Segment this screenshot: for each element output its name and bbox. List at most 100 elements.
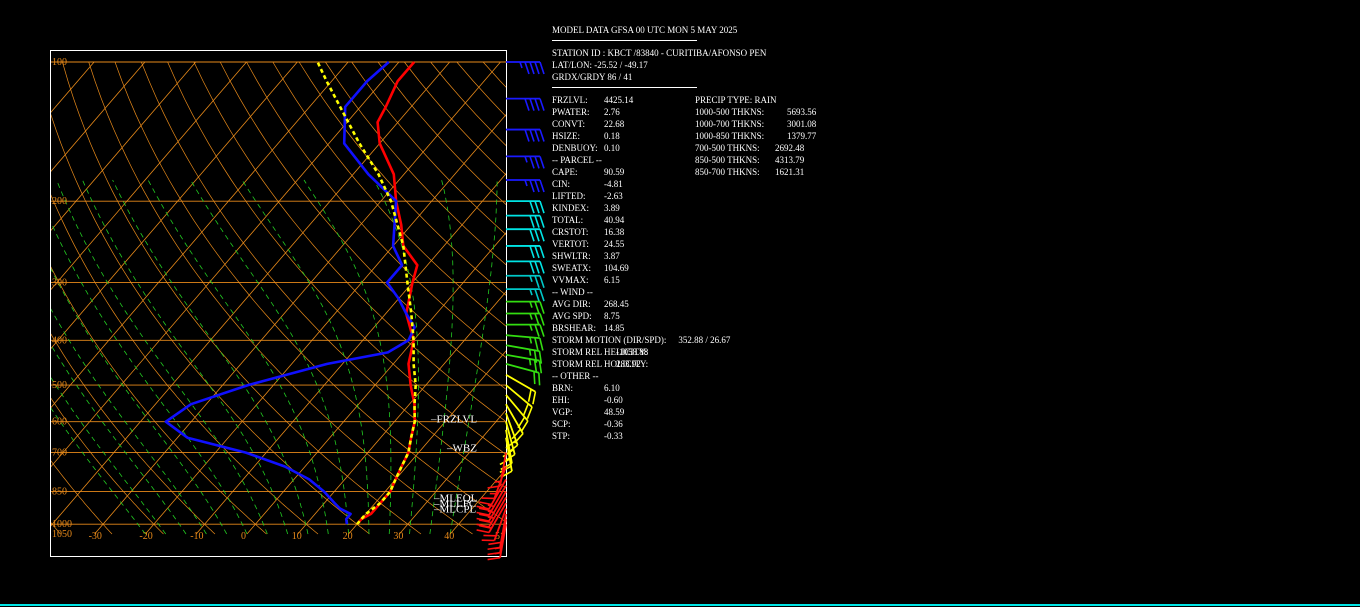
index-label: 700-500 THKNS: [695,143,760,153]
barb-flag [534,313,540,326]
index-row: TOTAL: 40.94 [552,214,766,226]
barb-flag [534,61,540,75]
index-label: AVG DIR: [552,299,591,309]
wind-barb [506,155,545,169]
wind-barb [506,245,545,259]
barb-flag [534,179,540,193]
index-row: VERTOT: 24.55 [552,238,766,250]
index-row: AVG DIR: 268.45 [552,298,766,310]
index-value: 3001.08 [787,119,817,129]
index-row: LIFTED: -2.63 [552,190,766,202]
index-row: SWEATX: 104.69 [552,262,766,274]
isotherm [51,61,95,113]
barb-flag [539,129,545,142]
dry-adiabat [114,61,506,523]
barb-flag [539,275,545,288]
barb-flag [539,200,545,214]
barb-flag [524,98,530,111]
barb-flag [539,228,545,242]
wind-barb [506,97,545,111]
barb-flag [488,541,502,546]
barb-flag [539,313,545,326]
barb-flag [534,337,539,351]
barb-flag [487,556,501,561]
index-row: VGP: 48.59 [552,406,766,418]
profile-traces [164,61,419,526]
index-row: AVG SPD: 8.75 [552,310,766,322]
index-label: EHI: [552,395,570,405]
index-row: STORM REL HELICITY: -1058.88 [552,346,766,358]
barb-flag [538,372,541,386]
temperature-tick-label: 10 [292,531,302,542]
temperature-tick-label: -10 [190,531,203,542]
level-marker: –WBZ [446,442,477,454]
barb-flag [539,98,545,111]
index-label: PWATER: [552,107,590,117]
barb-flag [539,156,545,169]
chart-frame [50,50,507,557]
barb-flag [539,61,545,75]
index-label: FRZLVL: [552,95,588,105]
temperature-tick-label: -20 [139,531,152,542]
wind-barb [506,128,545,142]
grid-size: GRDX/GRDY 86 / 41 [552,72,633,82]
moist-adiabat [51,407,146,535]
index-value: -1058.88 [616,347,649,357]
moist-adiabat [449,180,498,535]
barb-flag [476,529,490,534]
barb-flag [534,301,540,314]
barb-flag [527,389,532,402]
index-row: STORM MOTION (DIR/SPD): 352.88 / 26.67 [552,334,766,346]
barb-staff [505,363,540,374]
index-value: 90.59 [604,167,625,177]
index-value: 283.92 [616,359,641,369]
barb-half-flag [487,510,495,514]
barb-flag [539,288,545,302]
index-value: 352.88 / 26.67 [678,335,731,345]
index-value: 5693.56 [787,107,817,117]
index-row: 1000-500 THKNS: 5693.56 [695,106,816,118]
barb-flag [539,215,545,228]
barb-flag [529,61,535,75]
barb-flag [529,245,535,259]
pressure-tick-label: 700 [52,448,67,459]
divider [552,40,697,41]
index-row: EHI: -0.60 [552,394,766,406]
index-row: SCP: -0.36 [552,418,766,430]
isotherm [51,61,247,290]
sounding-info: MODEL DATA GFSA 00 UTC MON 5 MAY 2025 ST… [552,24,816,442]
dry-adiabat [51,522,61,535]
dry-adiabat [62,61,422,535]
index-value: 0.18 [604,131,620,141]
barb-half-flag [494,551,502,555]
barb-flag [534,156,540,169]
moist-adiabat [51,344,187,535]
index-value: 40.94 [604,215,625,225]
isotherm [51,61,298,350]
index-value: 4425.14 [604,95,634,105]
wind-barb [506,274,545,288]
barb-flag [524,61,530,75]
index-value: 16.38 [604,227,625,237]
barb-flag [529,129,535,142]
index-label: VERTOT: [552,239,589,249]
barb-flag [534,324,540,337]
index-value: 48.59 [604,407,625,417]
barb-flag [534,129,540,142]
moist-adiabat [147,179,329,535]
barb-flag [539,179,545,193]
wind-barb [505,384,533,419]
wind-barb [506,214,545,228]
barb-flag [532,391,537,405]
index-value: 6.15 [604,275,620,285]
barb-flag [534,200,540,214]
barb-flag [524,129,530,142]
index-row: STP: -0.33 [552,430,766,442]
index-row: -- WIND -- [552,286,766,298]
index-label: 850-500 THKNS: [695,155,760,165]
index-value: 8.75 [604,311,620,321]
index-label: PRECIP TYPE: RAIN [695,95,777,105]
wind-barb [506,200,545,214]
model-title: MODEL DATA GFSA 00 UTC MON 5 MAY 2025 [552,25,738,35]
index-label: DENBUOY: [552,143,598,153]
